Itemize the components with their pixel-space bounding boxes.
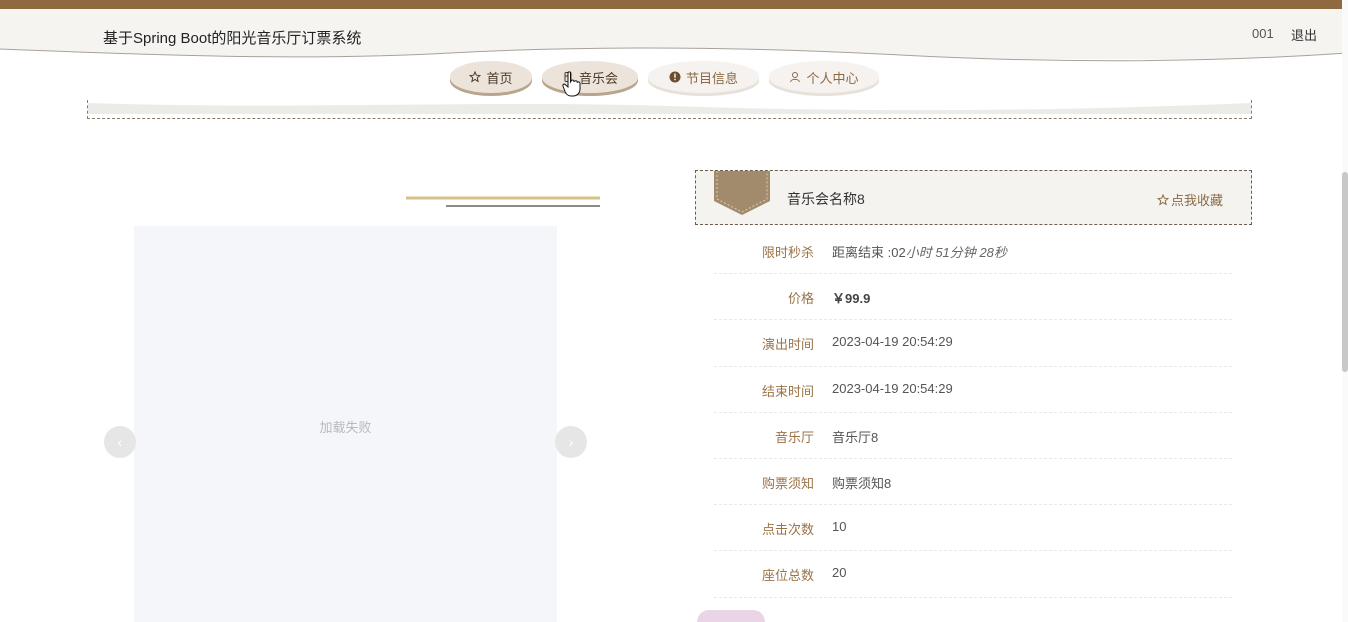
nav-concert[interactable]: 音乐会 xyxy=(542,61,638,93)
hall-row: 音乐厅 音乐厅8 xyxy=(714,413,1232,459)
notice-row: 购票须知 购票须知8 xyxy=(714,459,1232,506)
nav-personal-center[interactable]: 个人中心 xyxy=(769,61,879,93)
countdown-seconds-unit: 秒 xyxy=(993,245,1007,260)
start-time-value: 2023-04-19 20:54:29 xyxy=(832,334,953,350)
ribbon-tag-icon xyxy=(714,171,770,215)
banner-wave-decoration xyxy=(88,103,1251,114)
banner-strip xyxy=(87,100,1252,119)
detail-rows: 限时秒杀 距离结束 :02小时 51分钟 28秒 价格 ￥99.9 演出时间 2… xyxy=(714,228,1232,598)
price-row: 价格 ￥99.9 xyxy=(714,274,1232,321)
top-accent-bar xyxy=(0,0,1348,9)
logout-link[interactable]: 退出 xyxy=(1291,25,1317,44)
favorite-button[interactable]: 点我收藏 xyxy=(1156,190,1223,209)
concert-title: 音乐会名称8 xyxy=(787,191,865,207)
flash-sale-countdown: 距离结束 :02小时 51分钟 28秒 xyxy=(832,242,1007,261)
carousel-prev-button[interactable]: ‹ xyxy=(104,426,136,458)
nav-home-label: 首页 xyxy=(486,70,513,86)
concert-image-placeholder: 加载失败 xyxy=(134,226,557,622)
info-circle-icon xyxy=(669,71,681,83)
flash-sale-label: 限时秒杀 xyxy=(761,245,814,260)
star-icon xyxy=(469,71,482,83)
carousel-next-button[interactable]: › xyxy=(555,426,587,458)
notice-label: 购票须知 xyxy=(761,475,814,491)
nav-home[interactable]: 首页 xyxy=(450,61,532,93)
countdown-minutes-unit: 分钟 xyxy=(949,245,976,260)
image-gallery: 加载失败 ‹ › xyxy=(100,170,600,622)
seats-row: 座位总数 20 xyxy=(714,551,1232,598)
nav-concert-label: 音乐会 xyxy=(578,70,618,86)
star-outline-icon xyxy=(1156,193,1169,206)
seats-label: 座位总数 xyxy=(761,568,814,584)
clicks-label: 点击次数 xyxy=(761,522,814,538)
nav-personal-center-label: 个人中心 xyxy=(806,70,859,86)
user-icon xyxy=(789,71,801,83)
scrollbar-thumb[interactable] xyxy=(1342,172,1348,372)
user-name[interactable]: 001 xyxy=(1252,26,1274,41)
main-nav: 首页 音乐会 节目信息 个人中心 xyxy=(0,61,1348,101)
hall-value: 音乐厅8 xyxy=(832,429,879,445)
clicks-row: 点击次数 10 xyxy=(714,505,1232,552)
countdown-prefix: 距离结束 :02 xyxy=(832,245,906,260)
detail-title-bar: 音乐会名称8 点我收藏 xyxy=(695,170,1252,225)
hall-label: 音乐厅 xyxy=(774,429,814,445)
price-label: 价格 xyxy=(787,291,814,307)
chevron-left-icon: ‹ xyxy=(117,434,123,450)
countdown-minutes: 51 xyxy=(935,245,950,260)
end-time-row: 结束时间 2023-04-19 20:54:29 xyxy=(714,367,1232,413)
nav-program-info-label: 节目信息 xyxy=(685,70,738,86)
countdown-seconds: 28 xyxy=(979,245,994,260)
start-time-row: 演出时间 2023-04-19 20:54:29 xyxy=(714,320,1232,367)
chevron-right-icon: › xyxy=(568,434,574,450)
price-value: ￥99.9 xyxy=(832,291,871,307)
clicks-value: 10 xyxy=(832,519,847,535)
action-button[interactable] xyxy=(697,610,765,622)
end-time-label: 结束时间 xyxy=(761,383,814,399)
seats-value: 20 xyxy=(832,565,847,581)
site-title: 基于Spring Boot的阳光音乐厅订票系统 xyxy=(103,30,362,47)
end-time-value: 2023-04-19 20:54:29 xyxy=(832,380,953,396)
mouse-cursor-icon xyxy=(562,71,581,97)
flash-sale-row: 限时秒杀 距离结束 :02小时 51分钟 28秒 xyxy=(714,228,1232,275)
nav-program-info[interactable]: 节目信息 xyxy=(648,61,759,93)
start-time-label: 演出时间 xyxy=(761,337,814,353)
favorite-label: 点我收藏 xyxy=(1170,193,1223,208)
notice-value: 购票须知8 xyxy=(832,475,892,491)
countdown-hours-unit: 小时 xyxy=(905,245,932,260)
